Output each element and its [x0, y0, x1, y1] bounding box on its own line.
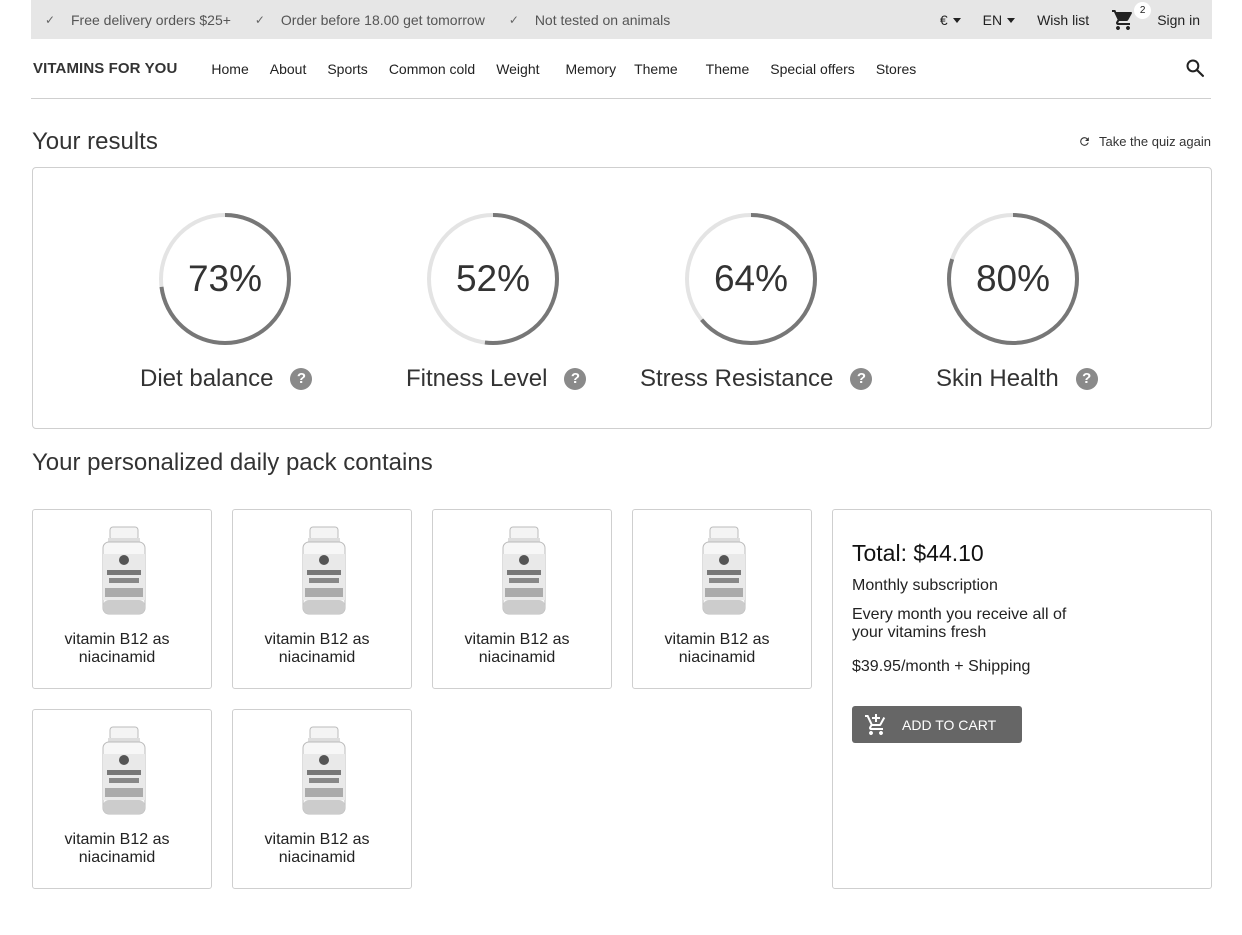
usp-item: ✓ Free delivery orders $25+ — [45, 12, 231, 28]
product-name: vitamin B12 as niacinamid — [664, 631, 770, 666]
top-bar-actions: € EN Wish list 2 Sign in — [918, 1, 1212, 32]
take-quiz-again-label: Take the quiz again — [1098, 134, 1211, 149]
product-card[interactable]: vitamin B12 as niacinamid — [432, 509, 612, 689]
product-card[interactable]: vitamin B12 as niacinamid — [232, 509, 412, 689]
product-card[interactable]: vitamin B12 as niacinamid — [232, 709, 412, 889]
product-card[interactable]: vitamin B12 as niacinamid — [632, 509, 812, 689]
usp-text: Free delivery orders $25+ — [71, 11, 231, 28]
cart-count-badge: 2 — [1134, 1, 1152, 19]
gauge-label-skin-health: Skin Health ? — [936, 365, 1098, 393]
help-icon[interactable]: ? — [564, 368, 587, 390]
usp-item: ✓ Order before 18.00 get tomorrow — [255, 12, 485, 28]
nav-item-common-cold[interactable]: Common cold — [389, 61, 475, 77]
product-name: vitamin B12 as niacinamid — [64, 831, 170, 866]
help-icon[interactable]: ? — [290, 368, 313, 390]
help-icon[interactable]: ? — [850, 368, 873, 390]
results-title: Your results — [32, 128, 158, 155]
gauge-label-fitness-level: Fitness Level ? — [406, 365, 587, 393]
gauge-value: 73% — [187, 258, 263, 299]
order-summary: Total: $44.10 Monthly subscription Every… — [832, 509, 1212, 889]
score-label: Stress Resistance — [640, 365, 834, 392]
product-bottle-image — [102, 726, 146, 815]
product-card[interactable]: vitamin B12 as niacinamid — [32, 509, 212, 689]
check-icon: ✓ — [254, 12, 265, 27]
main-nav: VITAMINS FOR YOU Home About Sports Commo… — [31, 39, 1211, 99]
product-card[interactable]: vitamin B12 as niacinamid — [32, 709, 212, 889]
nav-item-theme[interactable]: Theme — [634, 61, 678, 77]
gauge-diet-balance: 73% — [159, 213, 291, 345]
add-to-cart-icon — [865, 713, 886, 735]
product-bottle-image — [502, 526, 546, 615]
gauge-skin-health: 80% — [947, 213, 1079, 345]
nav-item-theme-2[interactable]: Theme — [706, 61, 750, 77]
product-bottle-image — [302, 726, 346, 815]
check-icon: ✓ — [45, 12, 56, 27]
signin-link[interactable]: Sign in — [1157, 12, 1200, 28]
gauge-value: 64% — [713, 258, 789, 299]
search-icon[interactable] — [1185, 58, 1205, 78]
gauge-value: 80% — [975, 258, 1051, 299]
nav-item-sports[interactable]: Sports — [327, 61, 367, 77]
add-to-cart-label: ADD TO CART — [902, 716, 997, 733]
cart-icon — [1112, 9, 1133, 30]
product-name: vitamin B12 as niacinamid — [64, 631, 170, 666]
currency-selector[interactable]: € — [940, 12, 961, 28]
gauge-fitness-level: 52% — [427, 213, 559, 345]
top-bar: ✓ Free delivery orders $25+ ✓ Order befo… — [31, 0, 1212, 39]
wishlist-link[interactable]: Wish list — [1037, 12, 1089, 28]
gauge-value: 52% — [455, 258, 531, 299]
score-label: Fitness Level — [406, 365, 548, 392]
subscription-type: Monthly subscription — [852, 577, 998, 594]
check-icon: ✓ — [508, 12, 519, 27]
product-bottle-image — [102, 526, 146, 615]
subscription-description: Every month you receive all of your vita… — [852, 606, 1067, 641]
product-bottle-image — [702, 526, 746, 615]
pack-title: Your personalized daily pack contains — [32, 449, 433, 476]
gauge-label-stress-resistance: Stress Resistance ? — [640, 365, 873, 393]
gauge-label-diet-balance: Diet balance ? — [140, 365, 313, 393]
caret-down-icon — [1007, 18, 1016, 24]
total-price: Total: $44.10 — [852, 540, 984, 566]
take-quiz-again-link[interactable]: Take the quiz again — [1078, 134, 1211, 149]
nav-item-memory[interactable]: Memory — [566, 61, 617, 77]
gauge-stress-resistance: 64% — [685, 213, 817, 345]
nav-item-weight[interactable]: Weight — [496, 61, 539, 77]
product-name: vitamin B12 as niacinamid — [464, 631, 570, 666]
nav-item-stores[interactable]: Stores — [876, 61, 916, 77]
product-name: vitamin B12 as niacinamid — [264, 831, 370, 866]
score-label: Diet balance — [140, 365, 274, 392]
product-bottle-image — [302, 526, 346, 615]
score-label: Skin Health — [936, 365, 1059, 392]
help-icon[interactable]: ? — [1075, 368, 1098, 390]
refresh-icon — [1080, 137, 1089, 146]
product-name: vitamin B12 as niacinamid — [264, 631, 370, 666]
caret-down-icon — [952, 18, 961, 24]
results-panel: 73% Diet balance ? 52% Fitness Level ? 6… — [32, 167, 1212, 429]
language-label: EN — [982, 11, 1003, 28]
nav-item-about[interactable]: About — [270, 61, 307, 77]
brand-logo[interactable]: VITAMINS FOR YOU — [33, 60, 177, 77]
language-selector[interactable]: EN — [982, 11, 1016, 28]
currency-label: € — [939, 11, 948, 28]
cart-button[interactable]: 2 — [1111, 1, 1152, 32]
add-to-cart-button[interactable]: ADD TO CART — [852, 706, 1022, 743]
usp-text: Not tested on animals — [534, 11, 671, 28]
nav-item-special-offers[interactable]: Special offers — [770, 61, 855, 77]
monthly-price: $39.95/month + Shipping — [852, 658, 1031, 675]
nav-item-home[interactable]: Home — [211, 61, 248, 77]
usp-item: ✓ Not tested on animals — [509, 12, 670, 28]
usp-text: Order before 18.00 get tomorrow — [280, 11, 485, 28]
